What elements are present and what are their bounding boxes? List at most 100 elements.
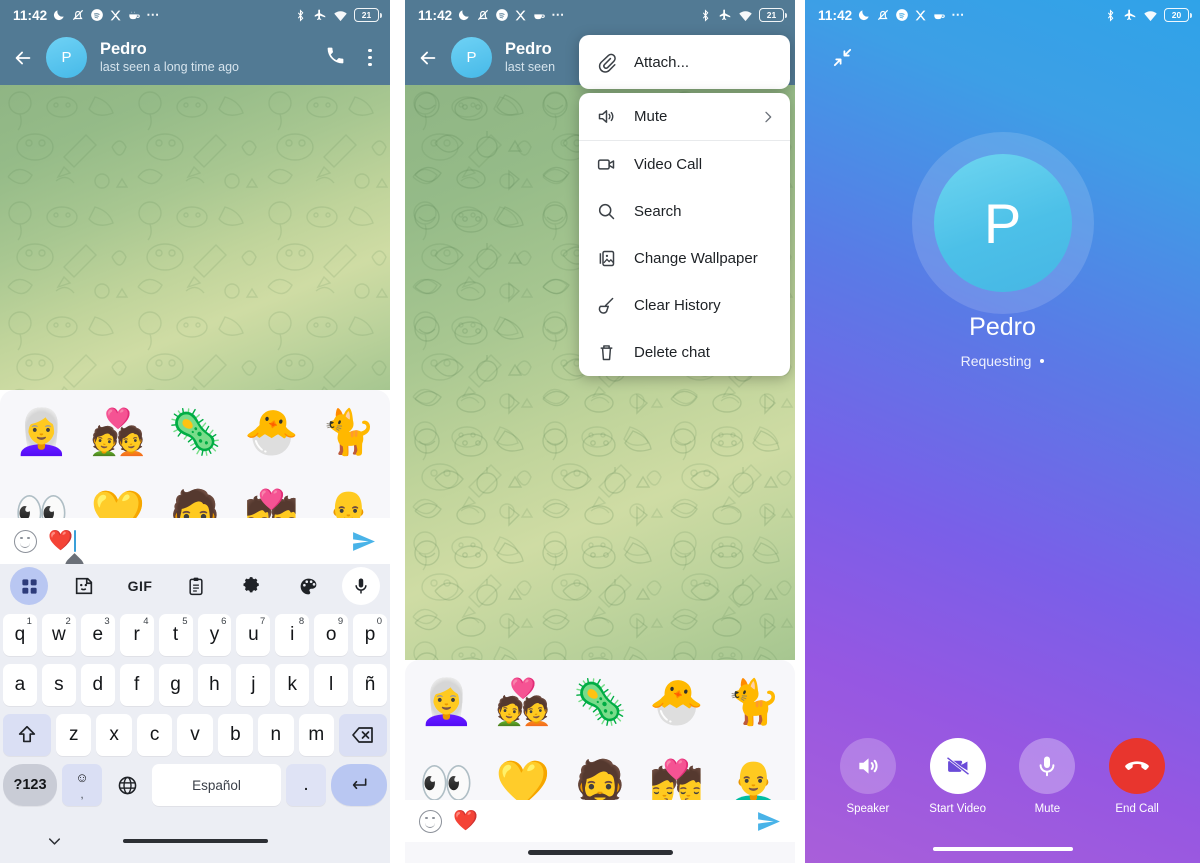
- key-p[interactable]: 0p: [353, 614, 388, 656]
- smiley-icon[interactable]: [14, 529, 37, 553]
- microphone-icon[interactable]: [1019, 738, 1076, 794]
- menu-item-video-call[interactable]: Video Call: [579, 141, 790, 188]
- shift-key[interactable]: [3, 714, 52, 756]
- kebab-menu-icon[interactable]: [364, 45, 376, 71]
- sticker-picker[interactable]: 👩‍🦳 💑 🦠 🐣 🐈 👀 💛 🧔 💏 👨‍🦲: [0, 390, 390, 520]
- speaker-control[interactable]: Speaker: [826, 738, 910, 815]
- key-enye[interactable]: ñ: [353, 664, 388, 706]
- key-n[interactable]: n: [258, 714, 294, 756]
- sticker-item[interactable]: 👀: [3, 476, 80, 521]
- key-c[interactable]: c: [136, 714, 173, 756]
- end-call-control[interactable]: End Call: [1095, 738, 1179, 815]
- theme-palette-icon[interactable]: [280, 568, 336, 604]
- send-icon[interactable]: [350, 529, 377, 554]
- key-l[interactable]: l: [314, 664, 349, 706]
- smiley-icon[interactable]: [419, 809, 442, 833]
- sticker-item[interactable]: 🐣: [233, 395, 310, 471]
- phone-icon[interactable]: [325, 45, 346, 71]
- sticker-item[interactable]: 👩‍🦳: [408, 665, 485, 741]
- grid-apps-icon[interactable]: [10, 567, 48, 605]
- symbols-key[interactable]: ?123: [3, 764, 57, 806]
- backspace-key[interactable]: [338, 714, 387, 756]
- minimize-icon[interactable]: [831, 46, 854, 74]
- start-video-control[interactable]: Start Video: [916, 738, 1000, 815]
- attach-menu-card[interactable]: Attach...: [579, 35, 790, 89]
- sticker-item[interactable]: 🐣: [638, 665, 715, 741]
- settings-gear-icon[interactable]: [224, 568, 280, 604]
- avatar[interactable]: P: [451, 37, 492, 78]
- key-r[interactable]: 4r: [119, 614, 154, 656]
- sticker-item[interactable]: 🦠: [562, 665, 639, 741]
- chat-options-menu[interactable]: Mute Video Call Search Change Wallpaper …: [579, 93, 790, 376]
- key-m[interactable]: m: [298, 714, 334, 756]
- menu-item-attach[interactable]: Attach...: [579, 35, 790, 89]
- key-x[interactable]: x: [96, 714, 132, 756]
- menu-item-label: Attach...: [634, 53, 690, 71]
- status-time: 11:42: [418, 7, 453, 23]
- sticker-picker[interactable]: 👩‍🦳 💑 🦠 🐣 🐈 👀 💛 🧔 💏 👨‍🦲: [405, 660, 795, 810]
- sticker-item[interactable]: 💑: [485, 665, 562, 741]
- message-input-value: ❤️: [48, 530, 73, 552]
- message-input-row: ❤️: [405, 800, 795, 842]
- clipboard-icon[interactable]: [168, 568, 224, 604]
- video-off-icon[interactable]: [929, 738, 986, 794]
- sticker-item[interactable]: 🐈: [310, 395, 387, 471]
- key-u[interactable]: 7u: [236, 614, 271, 656]
- key-b[interactable]: b: [217, 714, 254, 756]
- sticker-item[interactable]: 💏: [233, 476, 310, 521]
- emoji-comma-key[interactable]: ☺ ,: [62, 764, 102, 806]
- menu-item-change-wallpaper[interactable]: Change Wallpaper: [579, 235, 790, 282]
- sticker-item[interactable]: 💛: [80, 476, 157, 521]
- sticker-item[interactable]: 🦠: [157, 395, 234, 471]
- key-v[interactable]: v: [177, 714, 213, 756]
- gif-icon[interactable]: GIF: [112, 568, 168, 604]
- key-a[interactable]: a: [2, 664, 37, 706]
- nav-home-pill[interactable]: [122, 838, 268, 844]
- microphone-icon[interactable]: [342, 567, 380, 605]
- message-input[interactable]: ❤️: [453, 811, 478, 831]
- key-w[interactable]: 2w: [41, 614, 76, 656]
- speaker-icon[interactable]: [839, 738, 896, 794]
- menu-item-clear-history[interactable]: Clear History: [579, 282, 790, 329]
- key-f[interactable]: f: [119, 664, 154, 706]
- message-input[interactable]: ❤️: [48, 530, 88, 580]
- mute-control[interactable]: Mute: [1005, 738, 1089, 815]
- key-i[interactable]: 8i: [275, 614, 310, 656]
- key-j[interactable]: j: [236, 664, 271, 706]
- space-key[interactable]: Español: [152, 764, 281, 806]
- key-d[interactable]: d: [80, 664, 115, 706]
- end-call-icon[interactable]: [1109, 738, 1166, 794]
- nav-home-pill[interactable]: [527, 850, 673, 855]
- menu-item-mute[interactable]: Mute: [579, 93, 790, 140]
- key-s[interactable]: s: [41, 664, 76, 706]
- key-z[interactable]: z: [56, 714, 92, 756]
- key-o[interactable]: 9o: [314, 614, 349, 656]
- back-button[interactable]: [417, 47, 447, 69]
- sticker-item[interactable]: 👩‍🦳: [3, 395, 80, 471]
- menu-item-search[interactable]: Search: [579, 188, 790, 235]
- enter-key[interactable]: [331, 764, 387, 806]
- sticker-icon[interactable]: [56, 568, 112, 604]
- sticker-item[interactable]: 🧔: [157, 476, 234, 521]
- key-y[interactable]: 6y: [197, 614, 232, 656]
- avatar[interactable]: P: [46, 37, 87, 78]
- sticker-item[interactable]: 🐈: [715, 665, 792, 741]
- key-t[interactable]: 5t: [158, 614, 193, 656]
- menu-item-delete-chat[interactable]: Delete chat: [579, 329, 790, 376]
- nav-home-pill[interactable]: [932, 846, 1073, 851]
- coffee-icon: [932, 8, 946, 22]
- hide-keyboard-icon[interactable]: [45, 832, 64, 856]
- back-button[interactable]: [12, 47, 42, 69]
- key-k[interactable]: k: [275, 664, 310, 706]
- key-h[interactable]: h: [197, 664, 232, 706]
- send-icon[interactable]: [755, 809, 782, 834]
- sticker-item[interactable]: 💑: [80, 395, 157, 471]
- key-e[interactable]: 3e: [80, 614, 115, 656]
- globe-key[interactable]: [107, 764, 147, 806]
- wifi-icon: [1143, 9, 1158, 22]
- sticker-item[interactable]: 👨‍🦲: [310, 476, 387, 521]
- period-key[interactable]: .: [286, 764, 326, 806]
- key-g[interactable]: g: [158, 664, 193, 706]
- sticker-glyph: 🐣: [244, 408, 300, 457]
- key-q[interactable]: 1q: [2, 614, 37, 656]
